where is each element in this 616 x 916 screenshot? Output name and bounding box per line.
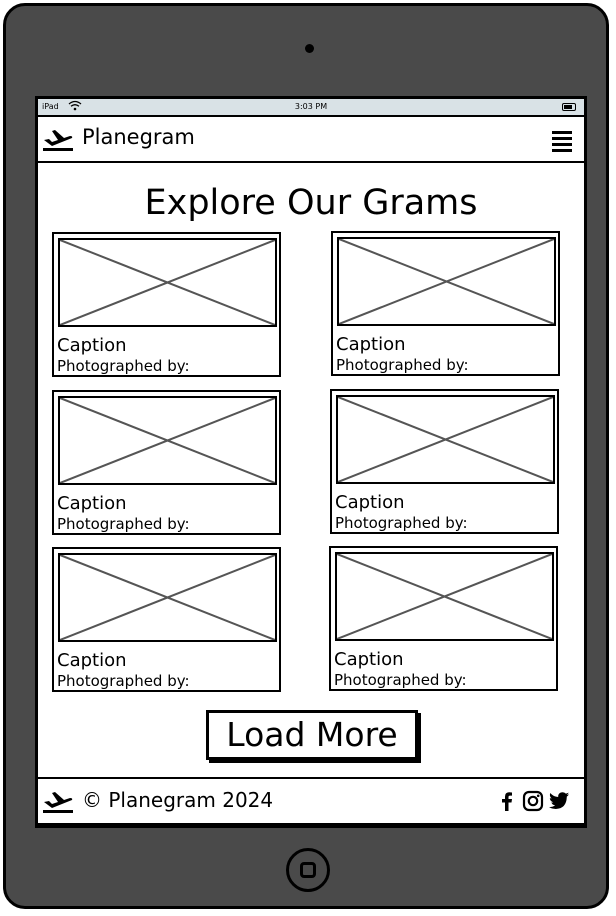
image-placeholder: [58, 553, 277, 642]
battery-icon: [562, 103, 576, 111]
card-caption: Caption: [335, 492, 405, 513]
gram-card[interactable]: Caption Photographed by:: [330, 389, 559, 534]
twitter-icon[interactable]: [548, 790, 570, 812]
card-credit: Photographed by:: [336, 356, 469, 374]
card-caption: Caption: [57, 493, 127, 514]
facebook-icon[interactable]: [496, 790, 518, 812]
image-placeholder: [335, 552, 554, 641]
card-credit: Photographed by:: [57, 515, 190, 533]
image-placeholder: [58, 238, 277, 327]
gram-card[interactable]: Caption Photographed by:: [329, 546, 558, 691]
status-time: 3:03 PM: [294, 102, 328, 111]
card-caption: Caption: [57, 650, 127, 671]
load-more-button[interactable]: Load More: [206, 710, 418, 760]
status-bar: iPad 3:03 PM: [38, 99, 584, 117]
footer-copyright: © Planegram 2024: [82, 788, 274, 812]
brand-name[interactable]: Planegram: [82, 125, 195, 149]
card-credit: Photographed by:: [335, 514, 468, 532]
ipad-frame: iPad 3:03 PM Planegram Explore Our Grams: [3, 3, 609, 909]
gram-card[interactable]: Caption Photographed by:: [52, 232, 281, 377]
image-placeholder: [336, 395, 555, 484]
device-screen: iPad 3:03 PM Planegram Explore Our Grams: [35, 96, 587, 828]
home-button[interactable]: [286, 848, 330, 892]
plane-departure-icon[interactable]: [42, 128, 74, 156]
footer: © Planegram 2024: [38, 777, 584, 825]
instagram-icon[interactable]: [522, 790, 544, 812]
image-placeholder: [58, 396, 277, 485]
card-credit: Photographed by:: [57, 672, 190, 690]
gram-card[interactable]: Caption Photographed by:: [52, 390, 281, 535]
card-credit: Photographed by:: [57, 357, 190, 375]
gram-card[interactable]: Caption Photographed by:: [52, 547, 281, 692]
card-credit: Photographed by:: [334, 671, 467, 689]
card-caption: Caption: [57, 335, 127, 356]
page-title: Explore Our Grams: [144, 183, 478, 223]
card-caption: Caption: [334, 649, 404, 670]
plane-departure-icon: [42, 790, 74, 818]
camera-dot: [305, 44, 314, 53]
hamburger-menu-icon[interactable]: [552, 131, 572, 152]
social-links: [496, 790, 570, 812]
image-placeholder: [337, 237, 556, 326]
card-caption: Caption: [336, 334, 406, 355]
gram-card[interactable]: Caption Photographed by:: [331, 231, 560, 376]
navbar: Planegram: [38, 117, 584, 163]
